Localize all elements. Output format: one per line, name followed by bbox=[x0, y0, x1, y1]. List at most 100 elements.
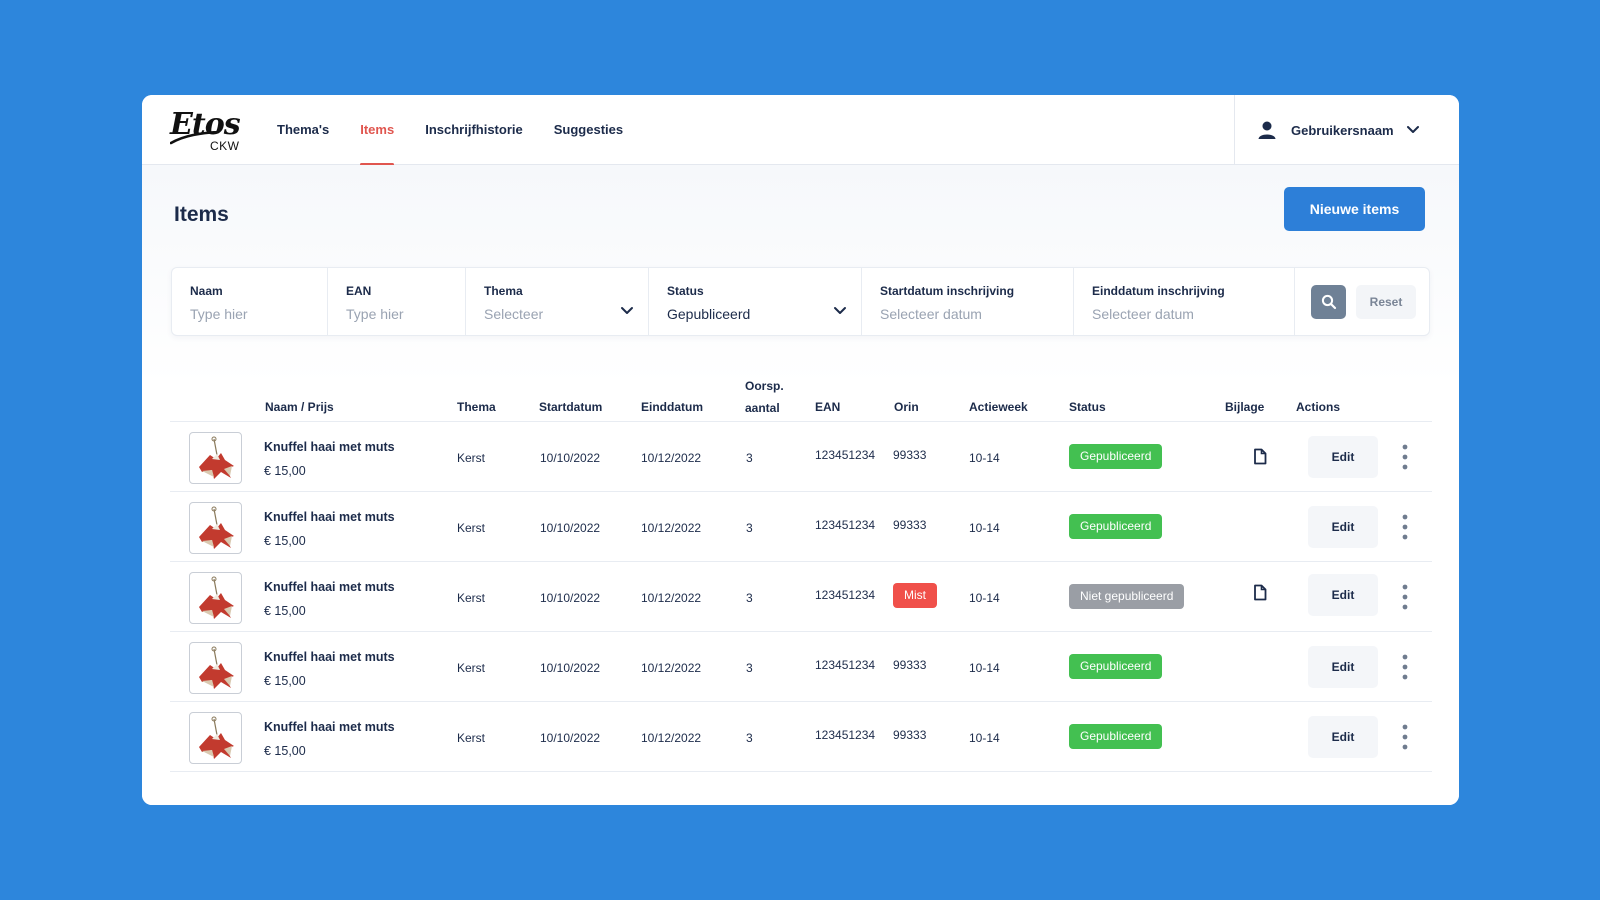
edit-button[interactable]: Edit bbox=[1308, 716, 1378, 758]
filter-actions: Reset bbox=[1295, 268, 1416, 335]
nav-item-inschrijfhistorie[interactable]: Inschrijfhistorie bbox=[425, 95, 523, 165]
product-price: € 15,00 bbox=[264, 604, 306, 618]
col-status[interactable]: Status bbox=[1069, 399, 1106, 415]
col-actieweek[interactable]: Actieweek bbox=[969, 399, 1028, 415]
cell-einddatum: 10/12/2022 bbox=[641, 661, 702, 675]
nav-item-items[interactable]: Items bbox=[360, 95, 394, 166]
filter-thema[interactable]: Thema Selecteer bbox=[466, 268, 649, 335]
cell-thema: Kerst bbox=[457, 731, 486, 745]
product-name[interactable]: Knuffel haai met muts bbox=[264, 510, 395, 524]
filter-startdatum[interactable]: Startdatum inschrijving Selecteer datum bbox=[862, 268, 1074, 335]
filter-ean[interactable]: EAN Type hier bbox=[328, 268, 466, 335]
cell-orin: 99333 bbox=[893, 728, 927, 742]
cell-actieweek: 10-14 bbox=[969, 661, 1000, 675]
cell-thema: Kerst bbox=[457, 521, 486, 535]
cell-einddatum: 10/12/2022 bbox=[641, 521, 702, 535]
attachment-button[interactable] bbox=[1253, 584, 1267, 606]
filter-ean-label: EAN bbox=[346, 284, 372, 298]
filter-status[interactable]: Status Gepubliceerd bbox=[649, 268, 862, 335]
cell-ean: 123451234 bbox=[815, 588, 876, 602]
cell-aantal: 3 bbox=[746, 591, 753, 605]
user-menu[interactable]: Gebruikersnaam bbox=[1234, 95, 1459, 165]
file-icon bbox=[1254, 584, 1267, 601]
filter-ean-input[interactable]: Type hier bbox=[346, 306, 465, 322]
more-vertical-icon bbox=[1402, 724, 1408, 750]
search-icon bbox=[1321, 294, 1336, 309]
filter-einddatum[interactable]: Einddatum inschrijving Selecteer datum bbox=[1074, 268, 1295, 335]
cell-startdatum: 10/10/2022 bbox=[540, 521, 601, 535]
status-badge: Gepubliceerd bbox=[1069, 654, 1163, 679]
product-name[interactable]: Knuffel haai met muts bbox=[264, 720, 395, 734]
col-bijlage[interactable]: Bijlage bbox=[1225, 399, 1264, 415]
col-naam-prijs[interactable]: Naam / Prijs bbox=[265, 399, 334, 415]
cell-startdatum: 10/10/2022 bbox=[540, 591, 601, 605]
row-more-button[interactable] bbox=[1398, 723, 1412, 751]
page-title: Items bbox=[174, 203, 229, 226]
chevron-down-icon bbox=[834, 307, 846, 314]
col-oorsp-line1: Oorsp. bbox=[745, 379, 784, 393]
col-ean[interactable]: EAN bbox=[815, 399, 840, 415]
col-orin[interactable]: Orin bbox=[894, 399, 919, 415]
etos-logo[interactable]: Etos CKW bbox=[170, 109, 250, 155]
product-name[interactable]: Knuffel haai met muts bbox=[264, 580, 395, 594]
cell-orin: 99333 bbox=[893, 448, 927, 462]
chevron-down-icon bbox=[1406, 126, 1419, 133]
cell-startdatum: 10/10/2022 bbox=[540, 661, 601, 675]
nav-item-themas[interactable]: Thema's bbox=[277, 95, 329, 165]
more-vertical-icon bbox=[1402, 444, 1408, 470]
col-thema[interactable]: Thema bbox=[457, 399, 496, 415]
product-price: € 15,00 bbox=[264, 674, 306, 688]
table-row[interactable]: Knuffel haai met muts € 15,00 Kerst 10/10/2… bbox=[170, 492, 1432, 562]
cell-thema: Kerst bbox=[457, 591, 486, 605]
table-header: Naam / Prijs Thema Startdatum Einddatum … bbox=[170, 375, 1432, 422]
cell-actieweek: 10-14 bbox=[969, 591, 1000, 605]
product-thumbnail[interactable] bbox=[189, 712, 242, 764]
new-items-button[interactable]: Nieuwe items bbox=[1284, 187, 1425, 231]
cell-einddatum: 10/12/2022 bbox=[641, 731, 702, 745]
product-thumbnail[interactable] bbox=[189, 572, 242, 624]
cell-thema: Kerst bbox=[457, 451, 486, 465]
table-row[interactable]: Knuffel haai met muts € 15,00 Kerst 10/10/2… bbox=[170, 632, 1432, 702]
table-body: Knuffel haai met muts € 15,00 Kerst 10/10/2… bbox=[170, 422, 1432, 772]
filter-naam-label: Naam bbox=[190, 284, 223, 298]
row-more-button[interactable] bbox=[1398, 653, 1412, 681]
filter-naam[interactable]: Naam Type hier bbox=[172, 268, 328, 335]
col-startdatum[interactable]: Startdatum bbox=[539, 399, 602, 415]
row-more-button[interactable] bbox=[1398, 583, 1412, 611]
cell-aantal: 3 bbox=[746, 661, 753, 675]
product-thumbnail[interactable] bbox=[189, 432, 242, 484]
product-price: € 15,00 bbox=[264, 744, 306, 758]
edit-button[interactable]: Edit bbox=[1308, 436, 1378, 478]
cell-aantal: 3 bbox=[746, 451, 753, 465]
edit-button[interactable]: Edit bbox=[1308, 574, 1378, 616]
product-name[interactable]: Knuffel haai met muts bbox=[264, 650, 395, 664]
search-button[interactable] bbox=[1311, 284, 1346, 319]
reset-button[interactable]: Reset bbox=[1356, 284, 1416, 319]
product-name[interactable]: Knuffel haai met muts bbox=[264, 440, 395, 454]
main-nav: Thema's Items Inschrijfhistorie Suggesti… bbox=[277, 95, 654, 166]
filter-einddatum-input[interactable]: Selecteer datum bbox=[1092, 306, 1294, 322]
product-thumbnail[interactable] bbox=[189, 642, 242, 694]
table-row[interactable]: Knuffel haai met muts € 15,00 Kerst 10/10/2… bbox=[170, 422, 1432, 492]
status-badge: Niet gepubliceerd bbox=[1069, 584, 1185, 609]
row-more-button[interactable] bbox=[1398, 513, 1412, 541]
col-einddatum[interactable]: Einddatum bbox=[641, 399, 703, 415]
edit-button[interactable]: Edit bbox=[1308, 646, 1378, 688]
nav-item-suggesties[interactable]: Suggesties bbox=[554, 95, 623, 165]
attachment-button[interactable] bbox=[1253, 448, 1267, 470]
edit-button[interactable]: Edit bbox=[1308, 506, 1378, 548]
status-badge: Gepubliceerd bbox=[1069, 444, 1163, 469]
cell-startdatum: 10/10/2022 bbox=[540, 451, 601, 465]
cell-ean: 123451234 bbox=[815, 728, 876, 742]
col-oorsp-aantal[interactable]: Oorsp. aantal bbox=[745, 378, 784, 416]
table-row[interactable]: Knuffel haai met muts € 15,00 Kerst 10/10/2… bbox=[170, 702, 1432, 772]
cell-orin: 99333 bbox=[893, 518, 927, 532]
file-icon bbox=[1254, 448, 1267, 465]
product-thumbnail[interactable] bbox=[189, 502, 242, 554]
filter-status-select[interactable]: Gepubliceerd bbox=[667, 306, 861, 322]
filter-startdatum-input[interactable]: Selecteer datum bbox=[880, 306, 1073, 322]
cell-aantal: 3 bbox=[746, 521, 753, 535]
filter-naam-input[interactable]: Type hier bbox=[190, 306, 327, 322]
table-row[interactable]: Knuffel haai met muts € 15,00 Kerst 10/10/2… bbox=[170, 562, 1432, 632]
row-more-button[interactable] bbox=[1398, 443, 1412, 471]
